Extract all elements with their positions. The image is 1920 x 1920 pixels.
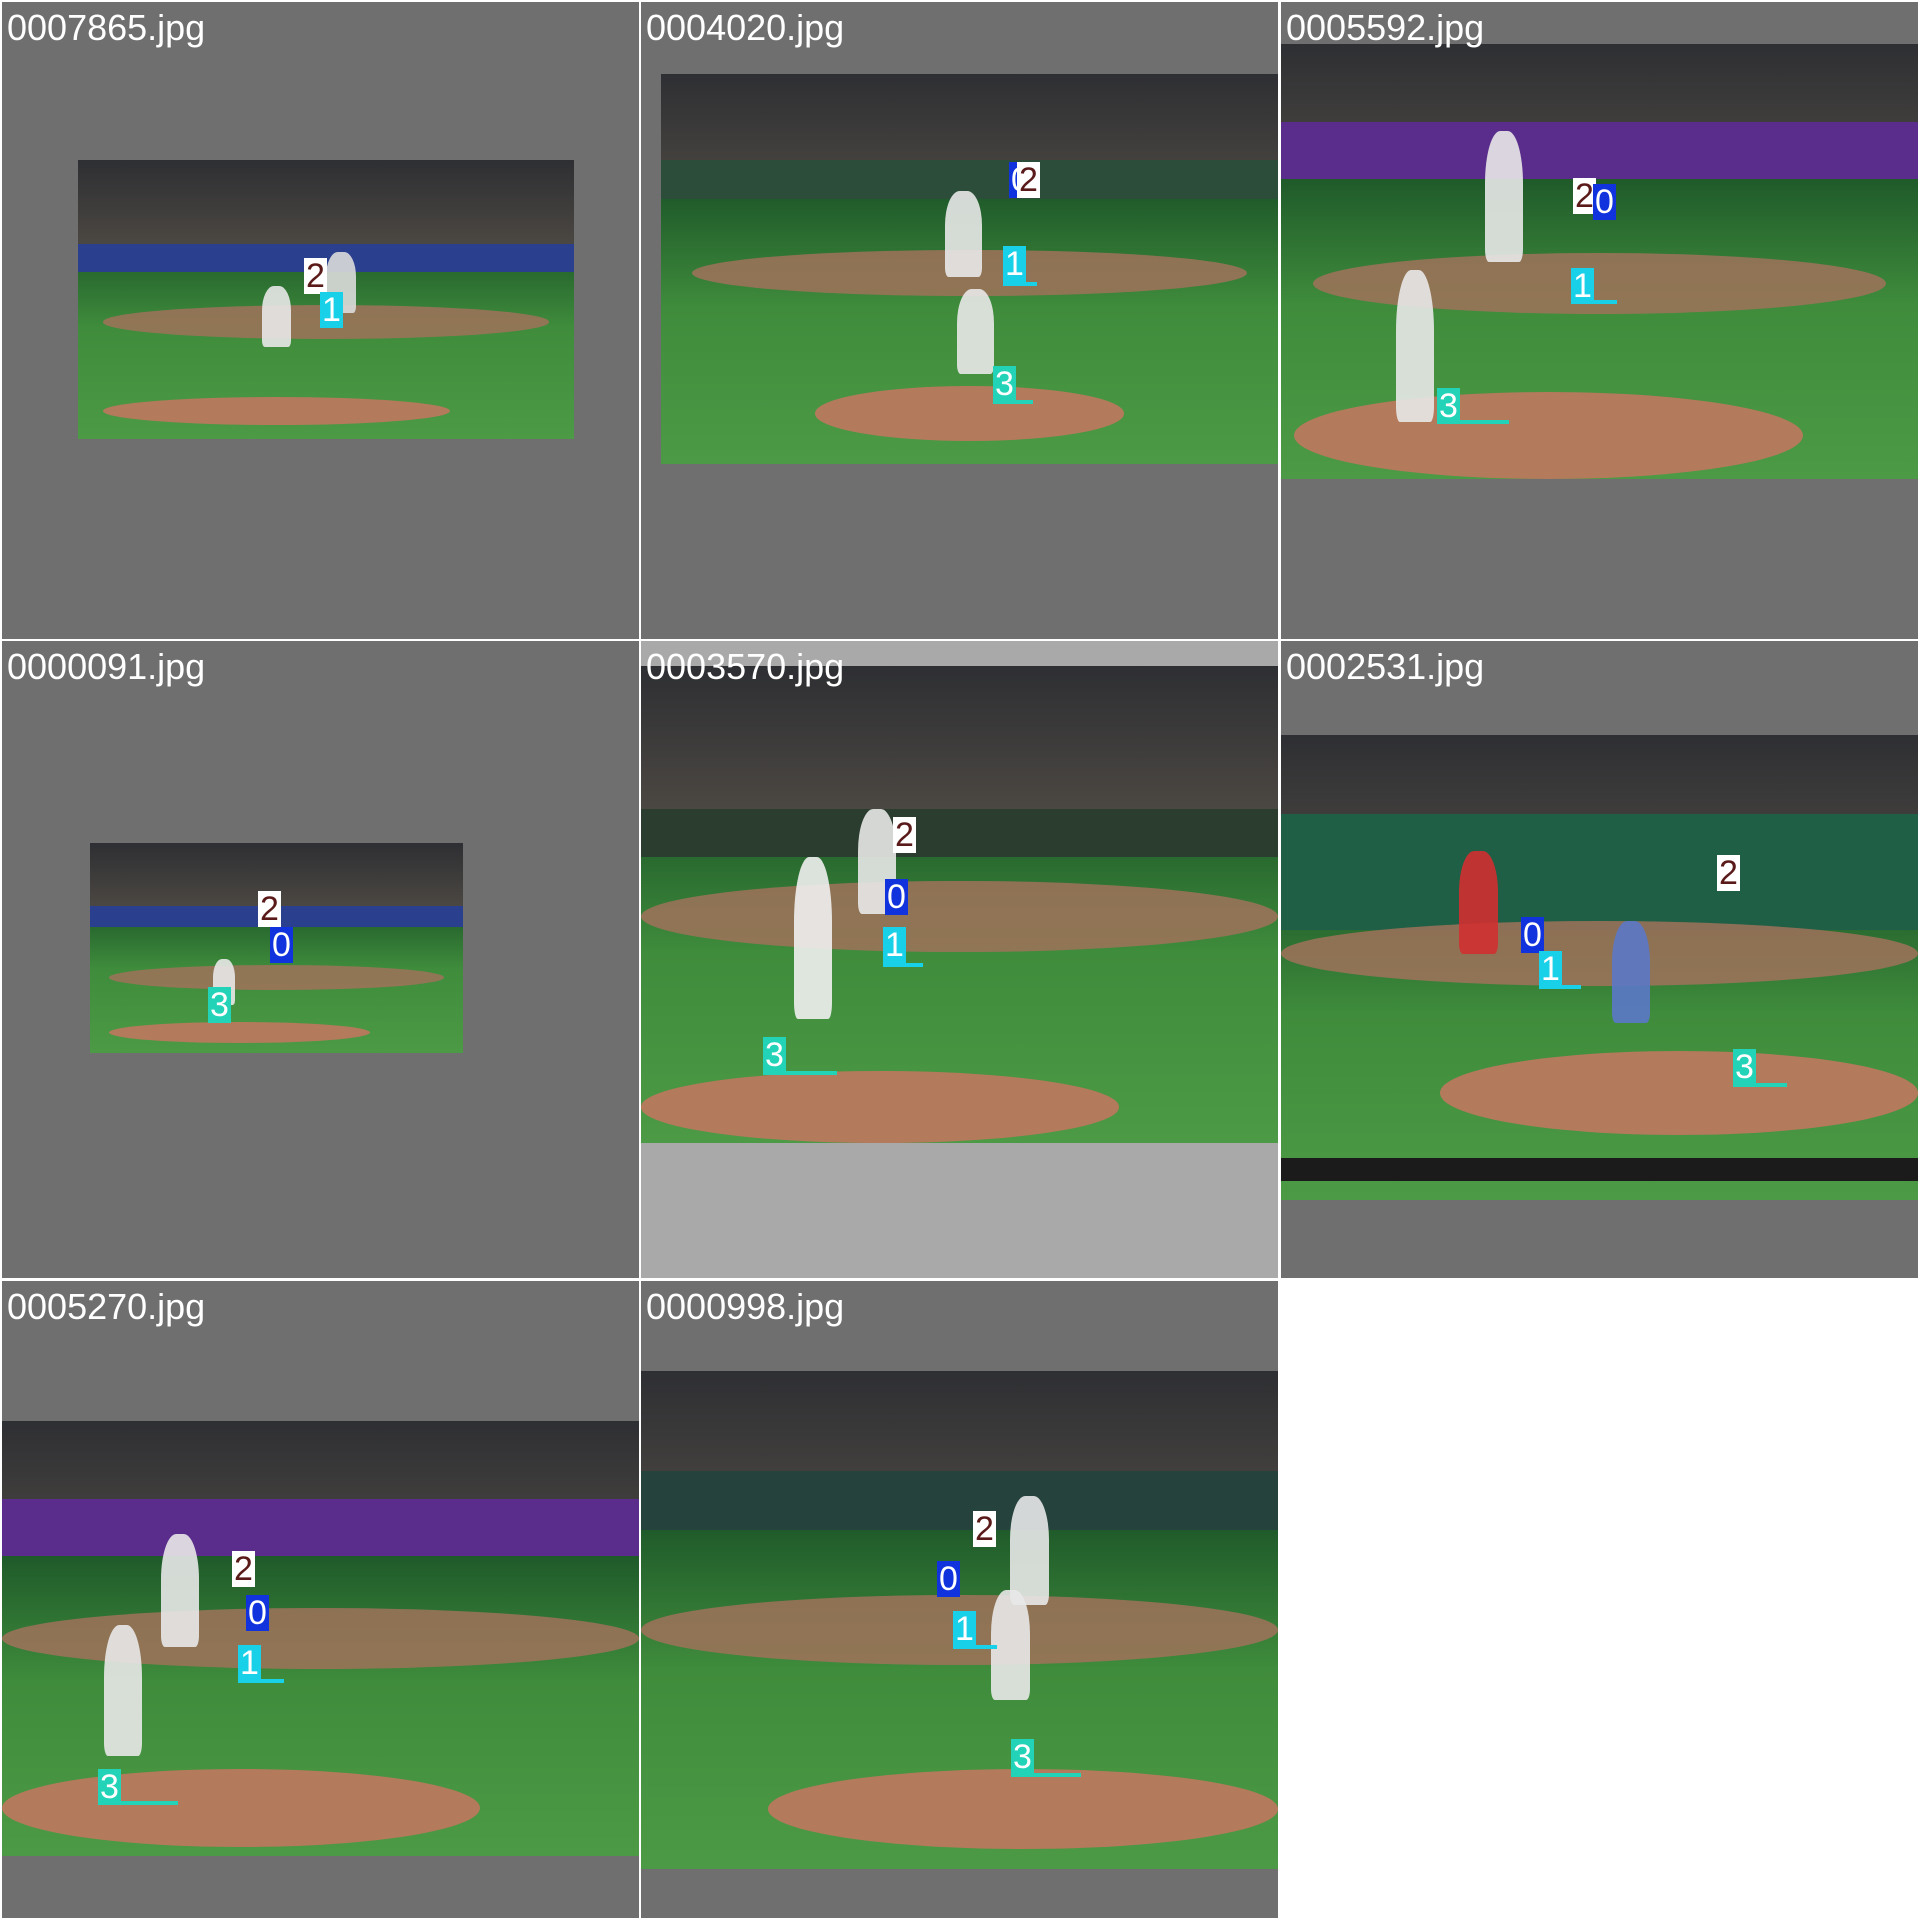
tile-0004020: 0004020.jpg 0 2 1 3 <box>641 2 1278 639</box>
detection-label-2: 2 <box>258 890 281 928</box>
tile-filename: 0004020.jpg <box>646 7 845 48</box>
detection-label-3: 3 <box>208 986 231 1024</box>
tile-image <box>661 74 1278 464</box>
empty-tile <box>1281 1281 1918 1918</box>
detection-label-2: 2 <box>973 1510 996 1548</box>
detection-label-1: 1 <box>1571 267 1594 305</box>
tile-0000091: 0000091.jpg 2 0 3 <box>2 641 639 1278</box>
tile-filename: 0005592.jpg <box>1286 7 1485 48</box>
tile-image <box>1281 44 1918 479</box>
tile-filename: 0002531.jpg <box>1286 646 1485 687</box>
tile-filename: 0000091.jpg <box>7 646 206 687</box>
tile-filename: 0000998.jpg <box>646 1286 845 1327</box>
detection-label-0: 0 <box>270 926 293 964</box>
detection-label-3: 3 <box>98 1768 121 1806</box>
tile-0005270: 0005270.jpg 2 0 1 3 <box>2 1281 639 1918</box>
detection-label-2: 2 <box>1717 854 1740 892</box>
tile-image <box>1281 735 1918 1200</box>
detection-label-2: 2 <box>304 257 327 295</box>
detection-label-0: 0 <box>1521 916 1544 954</box>
detection-label-0: 0 <box>885 878 908 916</box>
detection-label-3: 3 <box>1733 1048 1756 1086</box>
detection-label-1: 1 <box>320 291 343 329</box>
tile-0003570: 0003570.jpg 2 0 1 3 <box>641 641 1278 1278</box>
detection-label-3: 3 <box>1011 1738 1034 1776</box>
detection-label-2: 2 <box>1017 161 1040 199</box>
tile-filename: 0005270.jpg <box>7 1286 206 1327</box>
tile-0002531: 0002531.jpg 2 0 1 3 <box>1281 641 1918 1278</box>
detection-label-2: 2 <box>232 1550 255 1588</box>
detection-label-3: 3 <box>763 1036 786 1074</box>
detection-label-1: 1 <box>1539 950 1562 988</box>
detection-label-3: 3 <box>993 365 1016 403</box>
detection-label-1: 1 <box>238 1644 261 1682</box>
tile-filename: 0007865.jpg <box>7 7 206 48</box>
detection-label-3: 3 <box>1437 387 1460 425</box>
detection-label-1: 1 <box>883 926 906 964</box>
tile-image <box>641 666 1278 1143</box>
tile-0005592: 0005592.jpg 2 0 1 3 <box>1281 2 1918 639</box>
tile-0007865: 0007865.jpg 2 1 <box>2 2 639 639</box>
tile-filename: 0003570.jpg <box>646 646 845 687</box>
detection-label-2: 2 <box>893 816 916 854</box>
detection-label-0: 0 <box>937 1560 960 1598</box>
detection-label-1: 1 <box>953 1610 976 1648</box>
tile-0000998: 0000998.jpg 2 0 1 3 <box>641 1281 1278 1918</box>
image-grid: 0007865.jpg 2 1 0004020.jpg 0 2 1 3 0005… <box>0 0 1920 1920</box>
detection-label-0: 0 <box>1593 183 1616 221</box>
detection-label-0: 0 <box>246 1594 269 1632</box>
detection-label-1: 1 <box>1003 245 1026 283</box>
